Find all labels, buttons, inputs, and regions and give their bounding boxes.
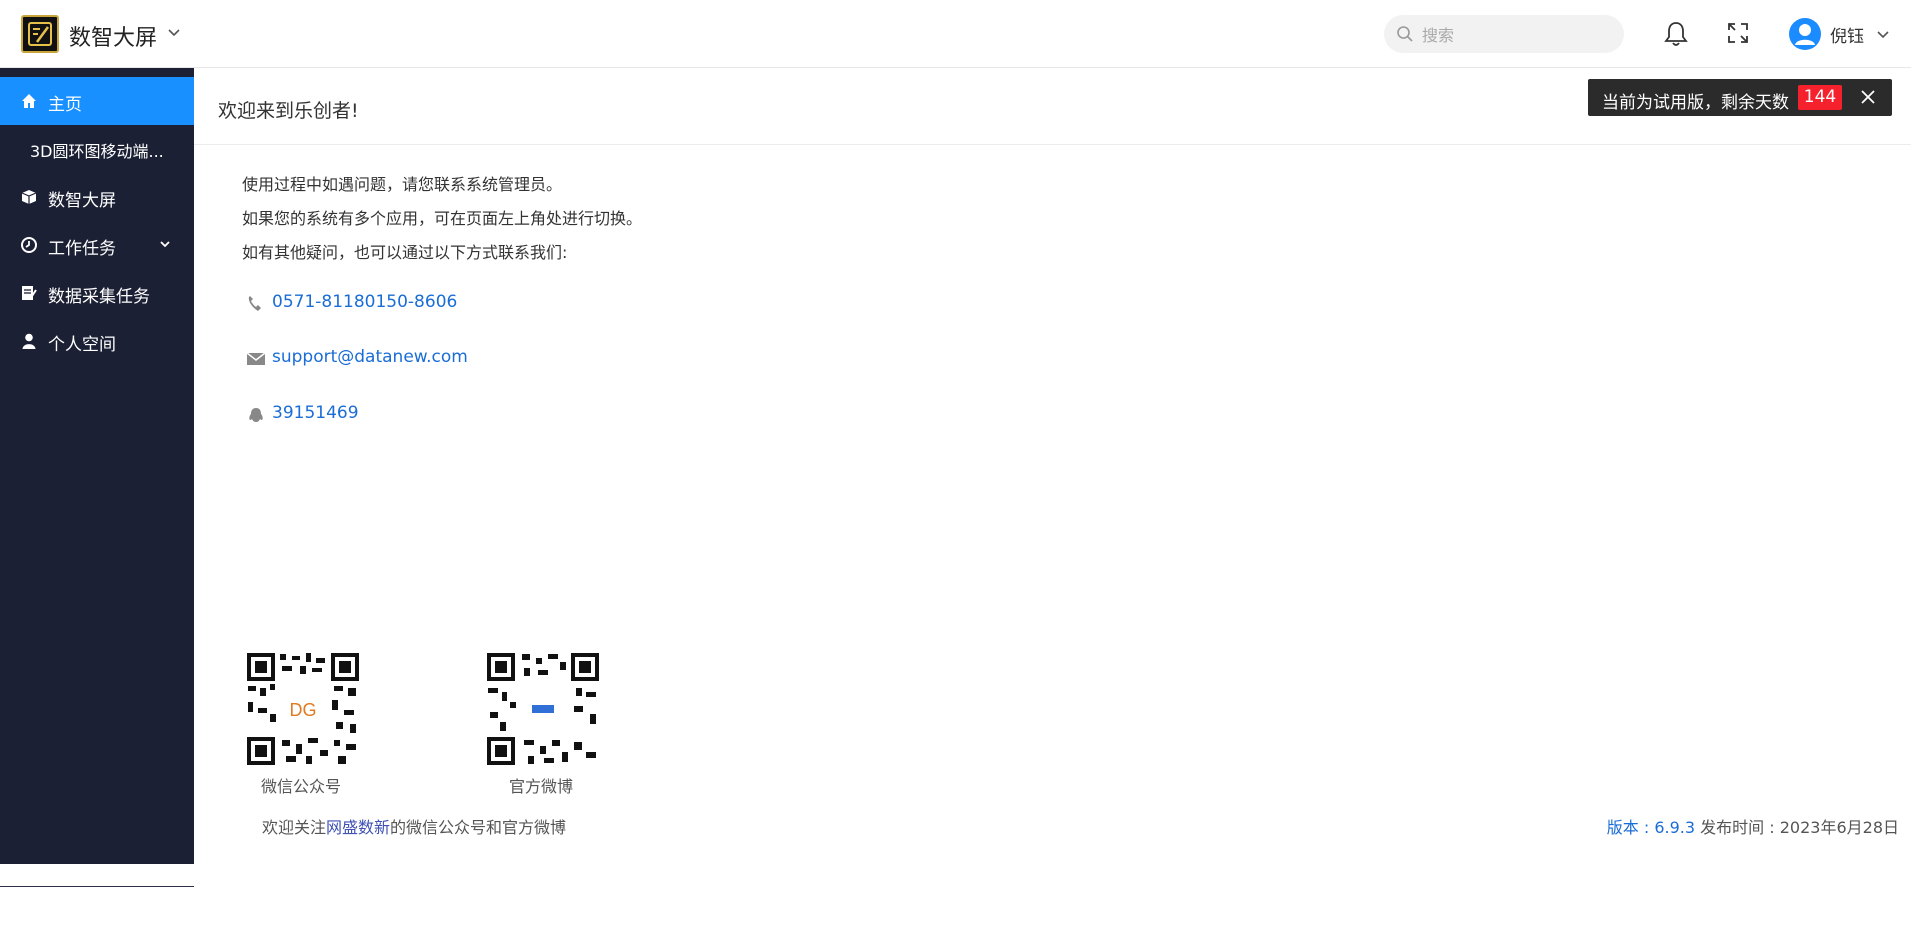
chevron-down-icon[interactable]	[166, 24, 182, 40]
chevron-down-icon[interactable]	[1875, 26, 1891, 42]
avatar[interactable]	[1789, 18, 1821, 50]
sidebar-item-home[interactable]: 主页	[0, 77, 194, 125]
help-text: 使用过程中如遇问题，请您联系系统管理员。	[242, 175, 563, 194]
sidebar-item-data-collection[interactable]: 数据采集任务	[0, 269, 194, 317]
sidebar-item-label: 主页	[48, 95, 82, 115]
trial-notice: 当前为试用版，剩余天数 144	[1588, 79, 1892, 116]
app-logo-icon[interactable]	[21, 15, 59, 53]
welcome-title: 欢迎来到乐创者!	[218, 100, 359, 122]
version-info: 版本 : 6.9.3 发布时间 : 2023年6月28日	[1607, 814, 1899, 838]
company-name: 网盛数新	[326, 818, 391, 837]
clock-icon	[21, 237, 37, 253]
sidebar-collapse-bar[interactable]	[0, 886, 194, 932]
sidebar-item-label: 3D圆环图移动端...	[30, 142, 164, 161]
qr-caption: 官方微博	[509, 777, 574, 796]
top-header: 数智大屏 倪钰	[0, 0, 1911, 68]
search-box[interactable]	[1384, 15, 1624, 53]
follow-suffix: 的微信公众号和官方微博	[390, 818, 567, 837]
sidebar-item-label: 个人空间	[48, 335, 116, 355]
trial-days-badge: 144	[1798, 85, 1842, 110]
username[interactable]: 倪钰	[1830, 22, 1864, 47]
user-avatar-icon	[1795, 24, 1815, 45]
app-switcher-title[interactable]: 数智大屏	[69, 20, 157, 52]
wechat-qr-code: DG	[246, 652, 360, 766]
search-input[interactable]	[1420, 21, 1614, 49]
home-icon	[22, 94, 36, 108]
qr-logo-mark	[532, 705, 554, 713]
user-icon	[22, 333, 36, 349]
sidebar-item-work-tasks[interactable]: 工作任务	[0, 221, 194, 269]
form-icon	[22, 286, 37, 300]
version-number: 版本 : 6.9.3	[1606, 818, 1696, 837]
sidebar-item-label: 数据采集任务	[48, 287, 150, 307]
sidebar-item-dashboard[interactable]: 数智大屏	[0, 173, 194, 221]
help-text: 如果您的系统有多个应用，可在页面左上角处进行切换。	[242, 209, 643, 228]
main-content: 欢迎来到乐创者! 当前为试用版，剩余天数 144 使用过程中如遇问题，请您联系系…	[194, 68, 1911, 864]
weibo-qr-code	[486, 652, 600, 766]
trial-notice-text: 当前为试用版，剩余天数	[1602, 93, 1789, 113]
release-date: 发布时间 : 2023年6月28日	[1700, 818, 1899, 837]
follow-prefix: 欢迎关注	[262, 818, 327, 837]
qr-logo-text: DG	[290, 700, 317, 720]
sidebar-item-3d-ring-chart[interactable]: 3D圆环图移动端...	[0, 125, 194, 173]
cube-icon	[21, 190, 37, 204]
mail-icon	[246, 352, 266, 365]
help-text: 如有其他疑问，也可以通过以下方式联系我们:	[242, 243, 568, 262]
welcome-bar: 欢迎来到乐创者! 当前为试用版，剩余天数 144	[194, 68, 1911, 145]
phone-number[interactable]: 0571-81180150-8606	[272, 292, 457, 312]
email-address[interactable]: support@datanew.com	[272, 347, 468, 367]
qr-caption: 微信公众号	[261, 777, 342, 796]
search-icon	[1397, 26, 1413, 42]
menu-fold-icon[interactable]	[88, 901, 106, 919]
close-icon[interactable]	[1860, 89, 1876, 105]
sidebar: 主页 3D圆环图移动端... 数智大屏 工作任务 数据采集任务 个人空间	[0, 68, 194, 917]
phone-icon	[248, 296, 261, 311]
sidebar-item-label: 工作任务	[48, 239, 116, 259]
sidebar-item-label: 数智大屏	[48, 191, 116, 211]
qq-number[interactable]: 39151469	[272, 403, 359, 423]
sidebar-item-personal-space[interactable]: 个人空间	[0, 317, 194, 365]
qq-icon	[249, 408, 263, 422]
follow-note: 欢迎关注网盛数新的微信公众号和官方微博	[262, 814, 566, 838]
bell-icon[interactable]	[1663, 20, 1689, 48]
fullscreen-icon[interactable]	[1726, 21, 1750, 45]
chevron-down-icon	[160, 241, 170, 248]
